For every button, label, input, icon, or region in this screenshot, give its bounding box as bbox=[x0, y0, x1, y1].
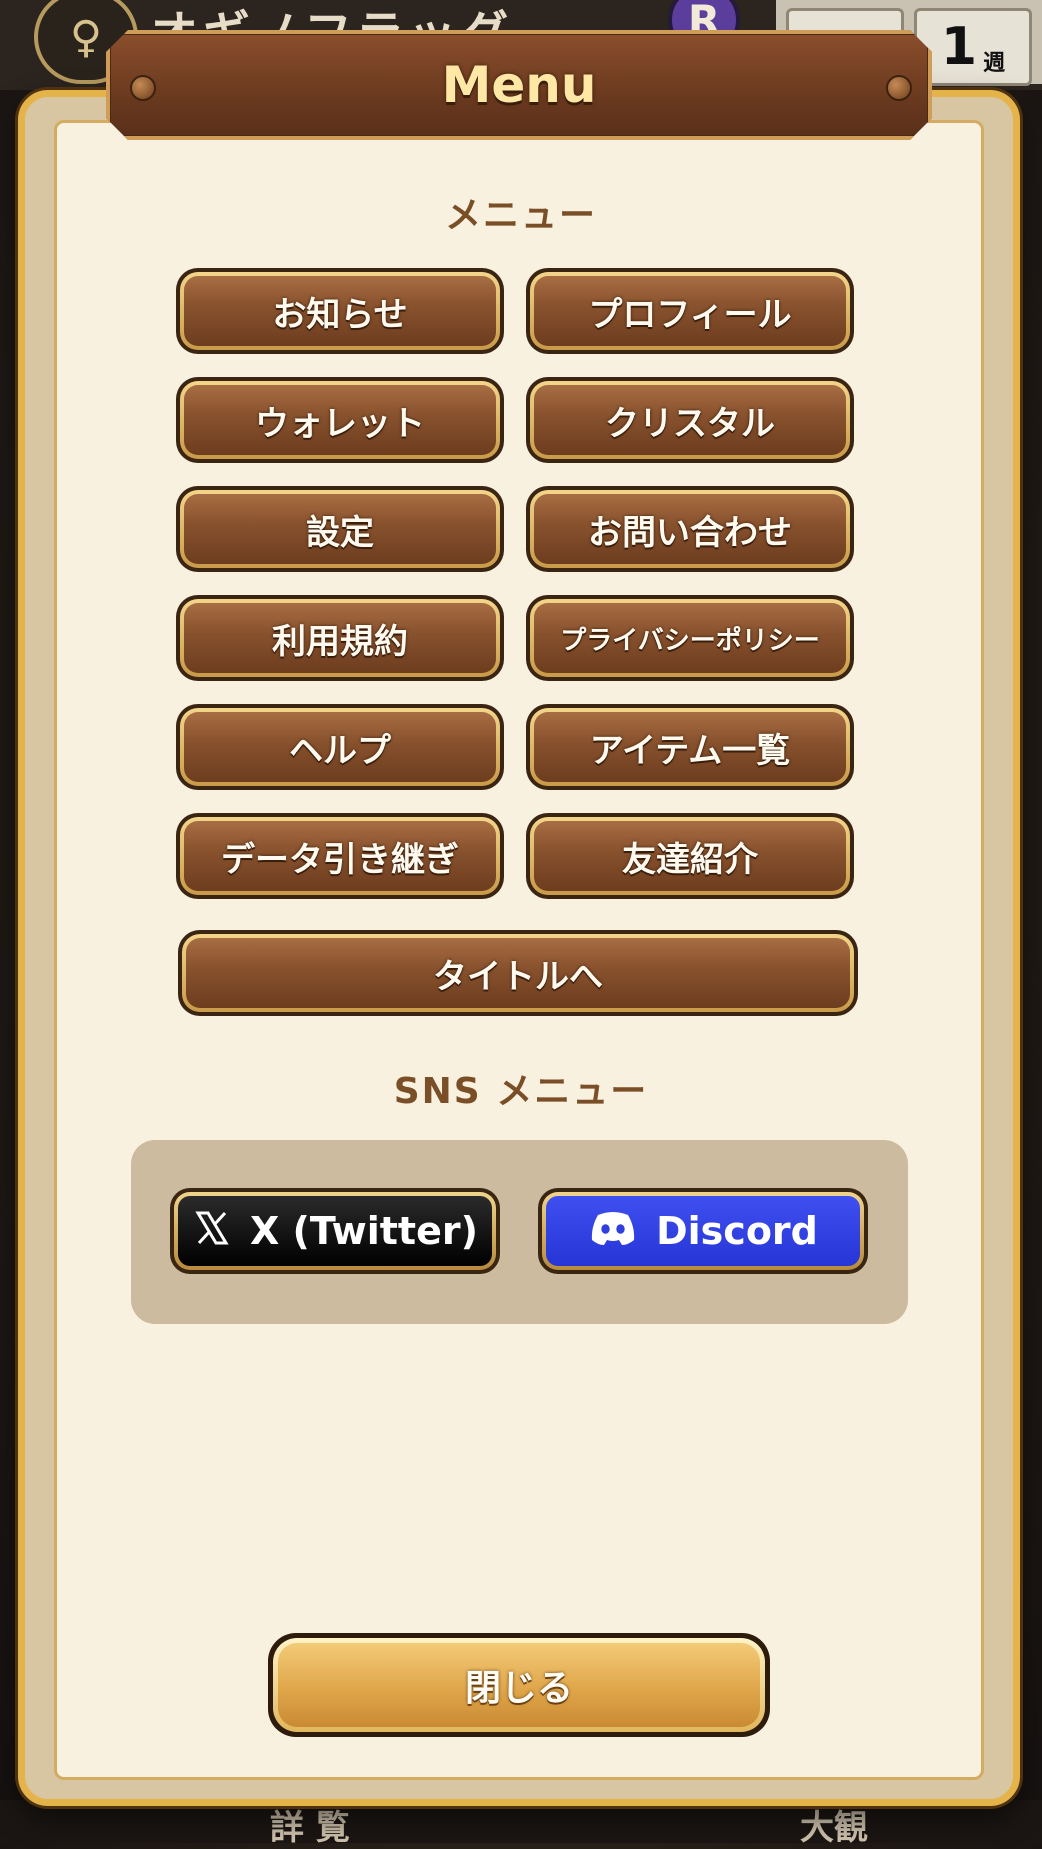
to-title-button[interactable]: タイトルへ bbox=[178, 930, 858, 1016]
close-button[interactable]: 閉じる bbox=[268, 1633, 770, 1737]
twitter-button[interactable]: X (Twitter) bbox=[170, 1188, 500, 1274]
week-value: 1 bbox=[940, 17, 978, 77]
modal-title: Menu bbox=[441, 56, 597, 114]
item-list-button-label: アイテム一覧 bbox=[534, 712, 846, 782]
settings-button-label: 設定 bbox=[184, 494, 496, 564]
twitter-button-label: X (Twitter) bbox=[250, 1209, 478, 1253]
privacy-policy-button-label: プライバシーポリシー bbox=[534, 603, 846, 673]
terms-button[interactable]: 利用規約 bbox=[176, 595, 504, 681]
x-logo-icon bbox=[192, 1208, 232, 1255]
contact-button[interactable]: お問い合わせ bbox=[526, 486, 854, 572]
crystal-button-label: クリスタル bbox=[534, 385, 846, 455]
discord-logo-icon bbox=[588, 1209, 638, 1254]
item-list-button[interactable]: アイテム一覧 bbox=[526, 704, 854, 790]
wallet-button-label: ウォレット bbox=[184, 385, 496, 455]
close-button-label: 閉じる bbox=[278, 1643, 760, 1727]
crystal-button[interactable]: クリスタル bbox=[526, 377, 854, 463]
bottom-tab-left-label: 詳 覧 bbox=[270, 1808, 350, 1848]
profile-button[interactable]: プロフィール bbox=[526, 268, 854, 354]
settings-button[interactable]: 設定 bbox=[176, 486, 504, 572]
discord-button-label: Discord bbox=[656, 1209, 818, 1253]
week-unit: 週 bbox=[983, 51, 1006, 76]
to-title-button-label: タイトルへ bbox=[186, 938, 850, 1008]
data-transfer-button-label: データ引き継ぎ bbox=[184, 821, 496, 891]
discord-button[interactable]: Discord bbox=[538, 1188, 868, 1274]
friend-referral-button[interactable]: 友達紹介 bbox=[526, 813, 854, 899]
privacy-policy-button[interactable]: プライバシーポリシー bbox=[526, 595, 854, 681]
help-button[interactable]: ヘルプ bbox=[176, 704, 504, 790]
wallet-button[interactable]: ウォレット bbox=[176, 377, 504, 463]
help-button-label: ヘルプ bbox=[184, 712, 496, 782]
friend-referral-button-label: 友達紹介 bbox=[534, 821, 846, 891]
news-button-label: お知らせ bbox=[184, 276, 496, 346]
profile-button-label: プロフィール bbox=[534, 276, 846, 346]
bottom-tab-right-label: 大観 bbox=[800, 1808, 868, 1848]
game-bottom-bar: 詳 覧 大観 bbox=[0, 1800, 1042, 1848]
data-transfer-button[interactable]: データ引き継ぎ bbox=[176, 813, 504, 899]
news-button[interactable]: お知らせ bbox=[176, 268, 504, 354]
contact-button-label: お問い合わせ bbox=[534, 494, 846, 564]
menu-section-label: メニュー bbox=[444, 195, 597, 236]
sns-section-label: SNS メニュー bbox=[393, 1071, 649, 1112]
terms-button-label: 利用規約 bbox=[184, 603, 496, 673]
